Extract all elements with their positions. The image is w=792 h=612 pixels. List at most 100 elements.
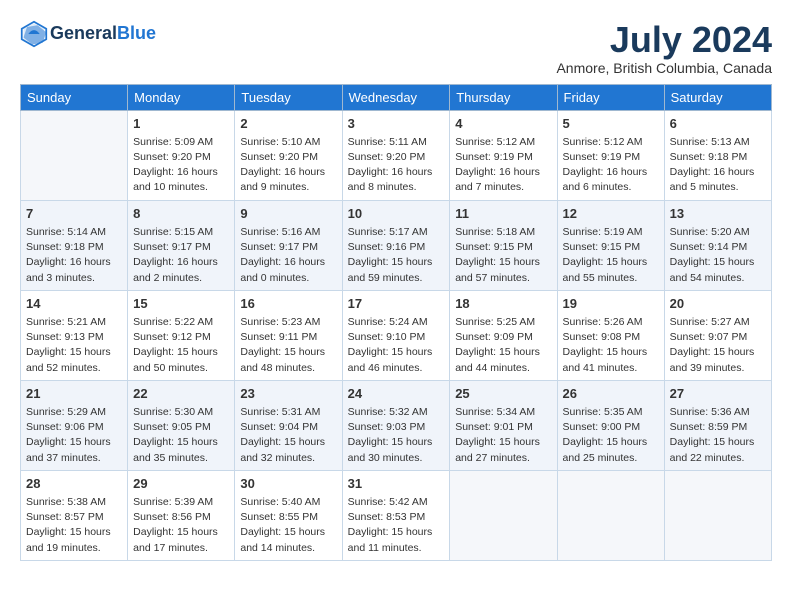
day-number: 7: [26, 205, 122, 223]
day-info: Sunrise: 5:32 AM Sunset: 9:03 PM Dayligh…: [348, 405, 445, 466]
calendar-cell: 5 Sunrise: 5:12 AM Sunset: 9:19 PM Daylig…: [557, 110, 664, 200]
day-number: 26: [563, 385, 659, 403]
day-info: Sunrise: 5:35 AM Sunset: 9:00 PM Dayligh…: [563, 405, 659, 466]
calendar-cell: 28 Sunrise: 5:38 AM Sunset: 8:57 PM Dayli…: [21, 470, 128, 560]
day-number: 23: [240, 385, 336, 403]
calendar-cell: 10Sunrise: 5:17 AM Sunset: 9:16 PM Dayli…: [342, 200, 450, 290]
day-number: 19: [563, 295, 659, 313]
week-row-2: 7 Sunrise: 5:14 AM Sunset: 9:18 PM Daylig…: [21, 200, 772, 290]
day-number: 15: [133, 295, 229, 313]
day-info: Sunrise: 5:21 AM Sunset: 9:13 PM Dayligh…: [26, 315, 122, 376]
day-info: Sunrise: 5:12 AM Sunset: 9:19 PM Dayligh…: [455, 135, 551, 196]
calendar-cell: 29Sunrise: 5:39 AM Sunset: 8:56 PM Dayli…: [128, 470, 235, 560]
day-number: 30: [240, 475, 336, 493]
day-number: 18: [455, 295, 551, 313]
day-info: Sunrise: 5:25 AM Sunset: 9:09 PM Dayligh…: [455, 315, 551, 376]
day-info: Sunrise: 5:34 AM Sunset: 9:01 PM Dayligh…: [455, 405, 551, 466]
day-info: Sunrise: 5:09 AM Sunset: 9:20 PM Dayligh…: [133, 135, 229, 196]
calendar-cell: 7 Sunrise: 5:14 AM Sunset: 9:18 PM Daylig…: [21, 200, 128, 290]
title-area: July 2024 Anmore, British Columbia, Cana…: [556, 20, 772, 76]
day-info: Sunrise: 5:24 AM Sunset: 9:10 PM Dayligh…: [348, 315, 445, 376]
day-info: Sunrise: 5:18 AM Sunset: 9:15 PM Dayligh…: [455, 225, 551, 286]
week-row-5: 28 Sunrise: 5:38 AM Sunset: 8:57 PM Dayli…: [21, 470, 772, 560]
week-row-3: 14 Sunrise: 5:21 AM Sunset: 9:13 PM Dayli…: [21, 290, 772, 380]
day-number: 9: [240, 205, 336, 223]
calendar-cell: [21, 110, 128, 200]
day-info: Sunrise: 5:40 AM Sunset: 8:55 PM Dayligh…: [240, 495, 336, 556]
day-info: Sunrise: 5:23 AM Sunset: 9:11 PM Dayligh…: [240, 315, 336, 376]
day-number: 11: [455, 205, 551, 223]
calendar-cell: 21 Sunrise: 5:29 AM Sunset: 9:06 PM Dayli…: [21, 380, 128, 470]
day-number: 28: [26, 475, 122, 493]
calendar-cell: 26 Sunrise: 5:35 AM Sunset: 9:00 PM Dayli…: [557, 380, 664, 470]
day-number: 14: [26, 295, 122, 313]
day-info: Sunrise: 5:30 AM Sunset: 9:05 PM Dayligh…: [133, 405, 229, 466]
weekday-header-sunday: Sunday: [21, 84, 128, 110]
day-number: 10: [348, 205, 445, 223]
logo: GeneralBlue: [20, 20, 156, 48]
logo-name: GeneralBlue: [50, 24, 156, 44]
day-info: Sunrise: 5:16 AM Sunset: 9:17 PM Dayligh…: [240, 225, 336, 286]
day-info: Sunrise: 5:22 AM Sunset: 9:12 PM Dayligh…: [133, 315, 229, 376]
day-number: 12: [563, 205, 659, 223]
day-info: Sunrise: 5:14 AM Sunset: 9:18 PM Dayligh…: [26, 225, 122, 286]
weekday-header-wednesday: Wednesday: [342, 84, 450, 110]
calendar-cell: 13 Sunrise: 5:20 AM Sunset: 9:14 PM Dayli…: [664, 200, 771, 290]
calendar-cell: 24 Sunrise: 5:32 AM Sunset: 9:03 PM Dayli…: [342, 380, 450, 470]
day-number: 8: [133, 205, 229, 223]
calendar-cell: 15 Sunrise: 5:22 AM Sunset: 9:12 PM Dayli…: [128, 290, 235, 380]
weekday-header-monday: Monday: [128, 84, 235, 110]
day-number: 22: [133, 385, 229, 403]
day-number: 6: [670, 115, 766, 133]
day-info: Sunrise: 5:36 AM Sunset: 8:59 PM Dayligh…: [670, 405, 766, 466]
weekday-header-tuesday: Tuesday: [235, 84, 342, 110]
day-info: Sunrise: 5:38 AM Sunset: 8:57 PM Dayligh…: [26, 495, 122, 556]
day-number: 4: [455, 115, 551, 133]
day-number: 27: [670, 385, 766, 403]
day-info: Sunrise: 5:31 AM Sunset: 9:04 PM Dayligh…: [240, 405, 336, 466]
calendar-cell: 23 Sunrise: 5:31 AM Sunset: 9:04 PM Dayli…: [235, 380, 342, 470]
location: Anmore, British Columbia, Canada: [556, 60, 772, 76]
day-number: 5: [563, 115, 659, 133]
calendar-cell: 2 Sunrise: 5:10 AM Sunset: 9:20 PM Daylig…: [235, 110, 342, 200]
logo-icon: [20, 20, 48, 48]
calendar-cell: 27 Sunrise: 5:36 AM Sunset: 8:59 PM Dayli…: [664, 380, 771, 470]
day-number: 21: [26, 385, 122, 403]
calendar-cell: 3Sunrise: 5:11 AM Sunset: 9:20 PM Daylig…: [342, 110, 450, 200]
weekday-header-friday: Friday: [557, 84, 664, 110]
day-number: 16: [240, 295, 336, 313]
day-info: Sunrise: 5:10 AM Sunset: 9:20 PM Dayligh…: [240, 135, 336, 196]
day-number: 31: [348, 475, 445, 493]
week-row-1: 1Sunrise: 5:09 AM Sunset: 9:20 PM Daylig…: [21, 110, 772, 200]
calendar-cell: 1Sunrise: 5:09 AM Sunset: 9:20 PM Daylig…: [128, 110, 235, 200]
calendar-cell: 18 Sunrise: 5:25 AM Sunset: 9:09 PM Dayli…: [450, 290, 557, 380]
calendar-cell: 22 Sunrise: 5:30 AM Sunset: 9:05 PM Dayli…: [128, 380, 235, 470]
calendar-cell: 6Sunrise: 5:13 AM Sunset: 9:18 PM Daylig…: [664, 110, 771, 200]
weekday-header-row: SundayMondayTuesdayWednesdayThursdayFrid…: [21, 84, 772, 110]
day-number: 2: [240, 115, 336, 133]
calendar-cell: 12 Sunrise: 5:19 AM Sunset: 9:15 PM Dayli…: [557, 200, 664, 290]
calendar-cell: 4 Sunrise: 5:12 AM Sunset: 9:19 PM Daylig…: [450, 110, 557, 200]
calendar-cell: 25Sunrise: 5:34 AM Sunset: 9:01 PM Dayli…: [450, 380, 557, 470]
calendar-cell: [557, 470, 664, 560]
calendar-table: SundayMondayTuesdayWednesdayThursdayFrid…: [20, 84, 772, 561]
calendar-cell: 30 Sunrise: 5:40 AM Sunset: 8:55 PM Dayli…: [235, 470, 342, 560]
calendar-cell: [664, 470, 771, 560]
day-info: Sunrise: 5:19 AM Sunset: 9:15 PM Dayligh…: [563, 225, 659, 286]
calendar-cell: 9 Sunrise: 5:16 AM Sunset: 9:17 PM Daylig…: [235, 200, 342, 290]
calendar-cell: 31Sunrise: 5:42 AM Sunset: 8:53 PM Dayli…: [342, 470, 450, 560]
day-info: Sunrise: 5:15 AM Sunset: 9:17 PM Dayligh…: [133, 225, 229, 286]
day-info: Sunrise: 5:11 AM Sunset: 9:20 PM Dayligh…: [348, 135, 445, 196]
day-info: Sunrise: 5:12 AM Sunset: 9:19 PM Dayligh…: [563, 135, 659, 196]
day-number: 29: [133, 475, 229, 493]
weekday-header-saturday: Saturday: [664, 84, 771, 110]
day-number: 13: [670, 205, 766, 223]
day-info: Sunrise: 5:20 AM Sunset: 9:14 PM Dayligh…: [670, 225, 766, 286]
calendar-cell: [450, 470, 557, 560]
day-info: Sunrise: 5:29 AM Sunset: 9:06 PM Dayligh…: [26, 405, 122, 466]
day-number: 24: [348, 385, 445, 403]
calendar-cell: 8 Sunrise: 5:15 AM Sunset: 9:17 PM Daylig…: [128, 200, 235, 290]
page-header: GeneralBlue July 2024 Anmore, British Co…: [20, 20, 772, 76]
calendar-cell: 11 Sunrise: 5:18 AM Sunset: 9:15 PM Dayli…: [450, 200, 557, 290]
day-number: 20: [670, 295, 766, 313]
